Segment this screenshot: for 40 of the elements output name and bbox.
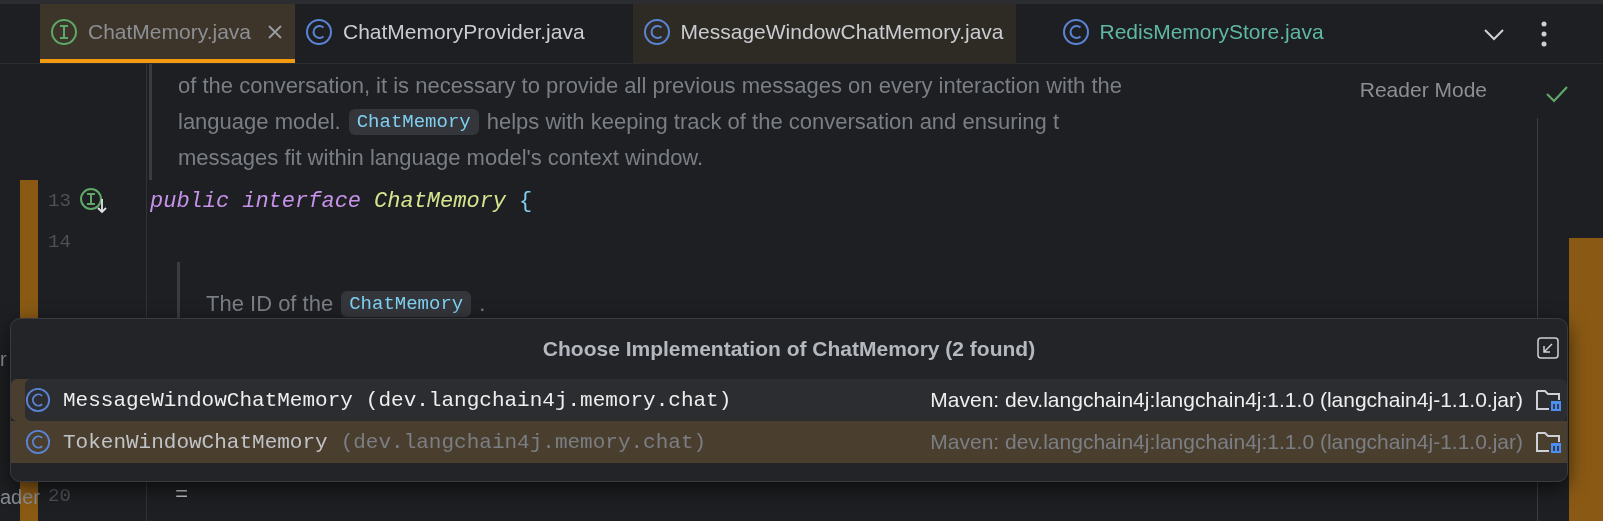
class-icon xyxy=(642,17,671,46)
more-options-icon[interactable] xyxy=(1541,20,1547,47)
code-token: interface xyxy=(242,188,362,214)
class-icon xyxy=(305,17,333,46)
tab-label: ChatMemoryProvider.java xyxy=(343,19,585,44)
editor-tab[interactable]: ChatMemory.java xyxy=(40,4,295,63)
collapse-icon[interactable] xyxy=(1537,337,1559,359)
inline-code: ChatMemory xyxy=(341,291,472,317)
code-token: = xyxy=(175,483,189,508)
library-folder-icon xyxy=(1535,429,1563,455)
implementation-item[interactable]: MessageWindowChatMemory (dev.langchain4j.memory.chat) Maven: dev.langchain4j:langchain4j:1.1.0 (langchain4j-1.1.0.jar) xyxy=(11,379,1567,421)
tab-label: RedisMemoryStore.java xyxy=(1099,19,1324,44)
tab-label: ChatMemory.java xyxy=(88,19,251,44)
editor-tab[interactable]: ChatMemoryProvider.java xyxy=(295,4,597,63)
inline-code: ChatMemory xyxy=(348,109,479,135)
implementation-item[interactable]: TokenWindowChatMemory (dev.langchain4j.memory.chat) Maven: dev.langchain4j:langchain4j:1.1.0 (langchain4j-1.1.0.jar) xyxy=(11,421,1567,463)
doc-text: The ID of the xyxy=(206,291,334,317)
doc-text: of the conversation, it is necessary to provide all previous messages on every interaction with the xyxy=(178,73,1123,99)
editor-tab[interactable]: RedisMemoryStore.java xyxy=(1051,4,1336,63)
reader-mode-toggle[interactable]: Reader Mode xyxy=(1359,78,1487,102)
popup-title: Choose Implementation of ChatMemory (2 found) xyxy=(542,337,1036,361)
library-folder-icon xyxy=(1535,387,1563,413)
tab-label: MessageWindowChatMemory.java xyxy=(680,19,1004,44)
close-icon[interactable] xyxy=(267,23,283,40)
side-panel-text: r xyxy=(0,348,7,371)
doc-text: . xyxy=(479,291,486,317)
interface-icon xyxy=(50,17,78,46)
editor-tab[interactable]: MessageWindowChatMemory.java xyxy=(632,4,1016,63)
class-icon xyxy=(1061,17,1090,46)
check-icon xyxy=(1545,84,1569,104)
code-token: ChatMemory xyxy=(374,188,507,214)
code-token: public xyxy=(150,188,230,214)
doc-text: language model. xyxy=(178,109,341,135)
implemented-interface-icon[interactable] xyxy=(78,187,109,215)
doc-text: helps with keeping track of the conversation and ensuring t xyxy=(486,109,1060,135)
class-icon xyxy=(25,387,51,413)
chevron-down-icon[interactable] xyxy=(1483,26,1505,41)
code-token: { xyxy=(519,188,533,214)
class-icon xyxy=(25,429,51,455)
doc-text: messages fit within language model's context window. xyxy=(178,145,704,171)
